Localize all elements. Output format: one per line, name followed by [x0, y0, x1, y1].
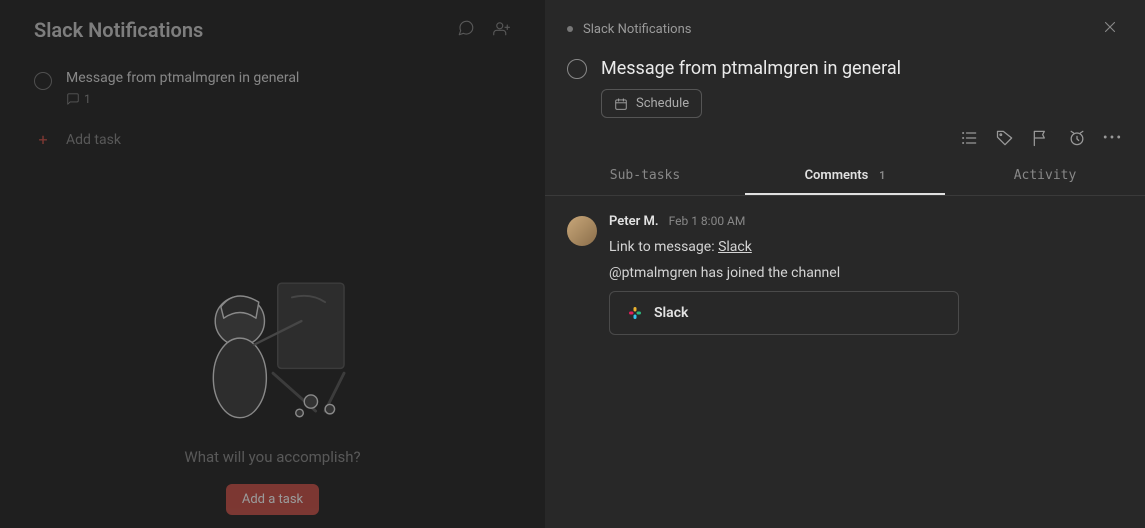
- task-title: Message from ptmalmgren in general: [66, 70, 299, 86]
- attachment-label: Slack: [654, 305, 688, 321]
- breadcrumb-dot-icon: [567, 26, 573, 32]
- main-list-panel: Slack Notifications Message from ptmalmg…: [0, 0, 545, 528]
- comment-link-line: Link to message: Slack: [609, 239, 1123, 255]
- breadcrumb[interactable]: Slack Notifications: [567, 22, 691, 37]
- breadcrumb-label: Slack Notifications: [583, 22, 691, 37]
- task-meta: 1: [66, 92, 299, 106]
- comment-time: Feb 1 8:00 AM: [669, 214, 746, 228]
- comment-link-prefix: Link to message:: [609, 239, 718, 255]
- tab-subtasks[interactable]: Sub-tasks: [545, 158, 745, 195]
- detail-toolbar: •••: [545, 124, 1145, 158]
- add-task-cta[interactable]: Add a task: [226, 484, 319, 515]
- list-header-actions: [457, 19, 511, 41]
- reminder-icon[interactable]: [1067, 128, 1087, 148]
- list-icon[interactable]: [959, 128, 979, 148]
- task-checkbox[interactable]: [34, 72, 52, 90]
- empty-state: What will you accomplish? Add a task: [0, 250, 545, 515]
- empty-caption: What will you accomplish?: [184, 448, 360, 466]
- task-body: Message from ptmalmgren in general 1: [66, 70, 299, 106]
- flag-icon[interactable]: [1031, 128, 1051, 148]
- attachment-card[interactable]: Slack: [609, 291, 959, 335]
- detail-checkbox[interactable]: [567, 59, 587, 79]
- detail-header: Message from ptmalmgren in general: [545, 52, 1145, 89]
- comment-author: Peter M.: [609, 214, 659, 229]
- list-title: Slack Notifications: [34, 18, 203, 42]
- detail-tabs: Sub-tasks Comments 1 Activity: [545, 158, 1145, 196]
- add-task-label: Add task: [66, 132, 121, 148]
- comment-icon[interactable]: [457, 19, 475, 41]
- comments-area: Peter M. Feb 1 8:00 AM Link to message: …: [545, 196, 1145, 528]
- close-button[interactable]: [1097, 14, 1123, 44]
- comment-body: Peter M. Feb 1 8:00 AM Link to message: …: [609, 214, 1123, 335]
- comment-link[interactable]: Slack: [718, 239, 752, 255]
- slack-icon: [626, 304, 644, 322]
- add-task-button[interactable]: + Add task: [34, 130, 511, 149]
- tab-comments[interactable]: Comments 1: [745, 158, 945, 195]
- schedule-button[interactable]: Schedule: [601, 89, 702, 118]
- list-header: Slack Notifications: [34, 0, 511, 42]
- close-icon: [1101, 18, 1119, 36]
- detail-actions: Schedule: [545, 89, 1145, 124]
- task-comment-count: 1: [84, 92, 91, 106]
- tab-comments-label: Comments: [805, 168, 869, 183]
- detail-top-bar: Slack Notifications: [545, 0, 1145, 52]
- task-detail-panel: Slack Notifications Message from ptmalmg…: [545, 0, 1145, 528]
- comment-count-icon: [66, 92, 80, 106]
- task-row[interactable]: Message from ptmalmgren in general 1: [34, 70, 511, 106]
- comment-header: Peter M. Feb 1 8:00 AM: [609, 214, 1123, 229]
- calendar-icon: [614, 97, 628, 111]
- tag-icon[interactable]: [995, 128, 1015, 148]
- more-icon[interactable]: •••: [1103, 128, 1123, 148]
- detail-title: Message from ptmalmgren in general: [601, 58, 901, 79]
- tab-activity[interactable]: Activity: [945, 158, 1145, 195]
- empty-illustration: [178, 250, 368, 430]
- schedule-label: Schedule: [636, 96, 689, 111]
- comment-text: @ptmalmgren has joined the channel: [609, 265, 1123, 281]
- tab-comments-count: 1: [879, 169, 885, 182]
- plus-icon: +: [34, 130, 52, 149]
- avatar: [567, 216, 597, 246]
- comment-item: Peter M. Feb 1 8:00 AM Link to message: …: [567, 214, 1123, 335]
- share-icon[interactable]: [493, 19, 511, 41]
